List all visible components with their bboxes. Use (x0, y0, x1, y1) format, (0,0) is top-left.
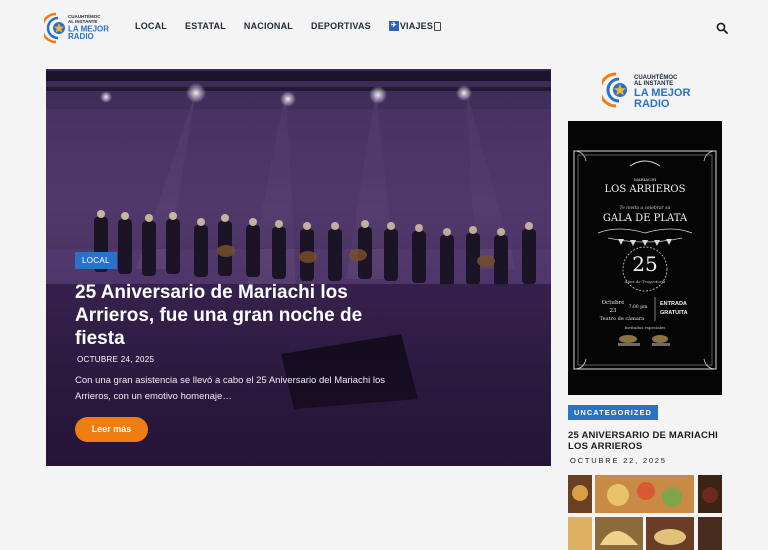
poster-brand-small: MARIACHI (634, 177, 657, 182)
nav-item-estatal[interactable]: ESTATAL (185, 21, 226, 31)
logo-line1: CUAUHTÉMOC (68, 12, 101, 19)
poster-years: Años de Trayectoria (624, 279, 666, 284)
site-header: CUAUHTÉMOC AL INSTANTE LA MEJOR RADIO LO… (0, 0, 768, 58)
food-gallery-thumbnails[interactable] (568, 475, 722, 550)
airplane-icon: ✈ (388, 21, 399, 31)
poster-entry-2: GRATUITA (660, 310, 688, 316)
poster-venue: Teatro de cámara (600, 315, 645, 322)
category-badge[interactable]: LOCAL (75, 252, 117, 269)
read-more-button[interactable]: Leer más (75, 417, 148, 442)
poster-month: Octubre (602, 300, 625, 306)
hero-excerpt: Con una gran asistencia se llevó a cabo … (75, 375, 385, 402)
nav-item-local[interactable]: LOCAL (135, 21, 167, 31)
poster-invite: Te invita a celebrar su (620, 205, 671, 211)
featured-post[interactable]: LOCAL 25 Aniversario de Mariachi los Arr… (46, 69, 551, 466)
sidebar-logo[interactable]: CUAUHTÉMOC AL INSTANTE LA MEJOR RADIO (602, 70, 722, 110)
sidebar-category-badge[interactable]: UNCATEGORIZED (568, 405, 658, 420)
search-icon[interactable] (716, 22, 728, 34)
poster-art: MARIACHI LOS ARRIEROS Te invita a celebr… (573, 150, 717, 370)
sidebar-post-title[interactable]: 25 ANIVERSARIO DE MARIACHI LOS ARRIEROS (568, 430, 728, 452)
nav-item-viajes[interactable]: ✈ VIAJES (388, 21, 442, 31)
sidebar-logo-line4: RADIO (634, 98, 670, 110)
poster-day: 23 (610, 308, 617, 314)
site-logo[interactable]: CUAUHTÉMOC AL INSTANTE LA MEJOR RADIO (44, 10, 114, 46)
nav-item-viajes-label: VIAJES (399, 21, 434, 31)
main-nav: LOCAL ESTATAL NACIONAL DEPORTIVAS ✈ VIAJ… (135, 21, 459, 31)
event-poster[interactable]: MARIACHI LOS ARRIEROS Te invita a celebr… (568, 121, 722, 395)
logo-line2: AL INSTANTE (68, 19, 97, 24)
poster-number: 25 (632, 252, 657, 276)
hero-title[interactable]: 25 Aniversario de Mariachi los Arrieros,… (75, 281, 375, 350)
poster-guests: Invitados especiales (625, 325, 666, 330)
sidebar-logo-line1: CUAUHTÉMOC (634, 73, 678, 81)
sidebar-post-date: OCTUBRE 22, 2025 (570, 456, 667, 465)
nav-item-nacional[interactable]: NACIONAL (244, 21, 293, 31)
poster-entry-1: ENTRADA (660, 301, 687, 307)
poster-brand: LOS ARRIEROS (605, 184, 686, 195)
luggage-icon (434, 21, 442, 31)
poster-event: GALA DE PLATA (603, 213, 688, 224)
hero-date: OCTUBRE 24, 2025 (77, 355, 155, 364)
hero-overlay (46, 69, 551, 466)
poster-time: 7:00 pm (629, 304, 648, 310)
nav-item-deportivas[interactable]: DEPORTIVAS (311, 21, 371, 31)
logo-line4: RADIO (68, 32, 94, 41)
